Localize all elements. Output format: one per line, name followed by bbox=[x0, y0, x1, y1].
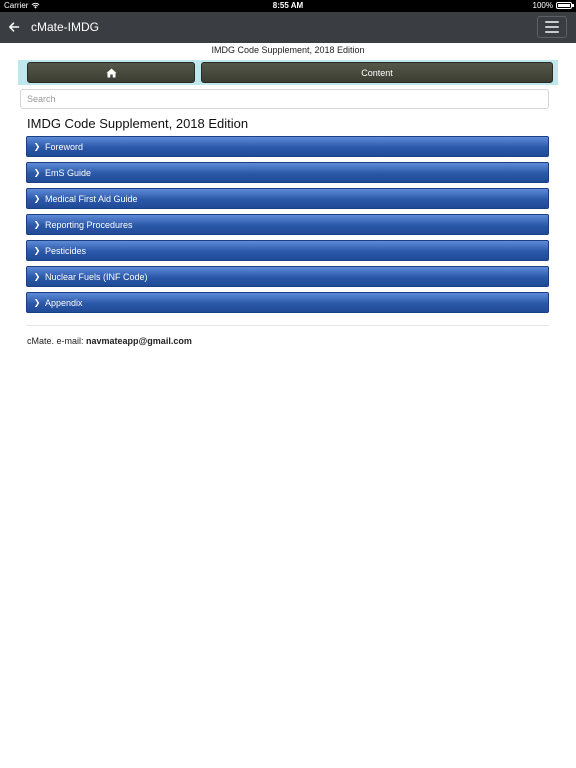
menu-bar bbox=[545, 31, 559, 33]
battery-icon bbox=[556, 2, 574, 9]
chevron-right-icon: ❯ bbox=[33, 246, 41, 255]
section-label: Nuclear Fuels (INF Code) bbox=[45, 271, 148, 282]
section-pesticides[interactable]: ❯ Pesticides bbox=[26, 240, 549, 261]
home-button[interactable] bbox=[27, 62, 195, 83]
chevron-right-icon: ❯ bbox=[33, 220, 41, 229]
section-label: Pesticides bbox=[45, 245, 87, 256]
supplement-title: IMDG Code Supplement, 2018 Edition bbox=[211, 45, 365, 55]
section-medical-first-aid-guide[interactable]: ❯ Medical First Aid Guide bbox=[26, 188, 549, 209]
menu-bar bbox=[545, 21, 559, 23]
chevron-right-icon: ❯ bbox=[33, 272, 41, 281]
status-bar: Carrier 8:55 AM 100% bbox=[0, 0, 576, 12]
section-accordion: ❯ Foreword ❯ EmS Guide ❯ Medical First A… bbox=[26, 136, 549, 318]
section-label: Foreword bbox=[45, 141, 84, 152]
page-title: IMDG Code Supplement, 2018 Edition bbox=[27, 116, 249, 131]
chevron-right-icon: ❯ bbox=[33, 168, 41, 177]
section-foreword[interactable]: ❯ Foreword bbox=[26, 136, 549, 157]
battery-fill bbox=[558, 4, 570, 7]
app-title: cMate-IMDG bbox=[31, 20, 100, 34]
nav-bar: cMate-IMDG bbox=[0, 12, 576, 43]
chevron-right-icon: ❯ bbox=[33, 142, 41, 151]
section-label: Appendix bbox=[45, 297, 83, 308]
clock: 8:55 AM bbox=[272, 1, 304, 10]
divider bbox=[26, 325, 549, 326]
content-button[interactable]: Content bbox=[201, 62, 553, 83]
email-link[interactable]: navmateapp@gmail.com bbox=[86, 336, 192, 346]
section-appendix[interactable]: ❯ Appendix bbox=[26, 292, 549, 313]
footer-prefix: cMate. e-mail: bbox=[27, 336, 87, 346]
section-nuclear-fuels[interactable]: ❯ Nuclear Fuels (INF Code) bbox=[26, 266, 549, 287]
section-label: Reporting Procedures bbox=[45, 219, 133, 230]
battery-percent: 100% bbox=[532, 1, 553, 10]
chevron-right-icon: ❯ bbox=[33, 298, 41, 307]
search-input[interactable] bbox=[20, 89, 549, 109]
toolbar: Content bbox=[18, 60, 558, 85]
section-reporting-procedures[interactable]: ❯ Reporting Procedures bbox=[26, 214, 549, 235]
battery-indicator: 100% bbox=[532, 1, 574, 10]
home-icon bbox=[105, 68, 117, 77]
footer: cMate. e-mail: navmateapp@gmail.com bbox=[27, 336, 192, 346]
chevron-right-icon: ❯ bbox=[33, 194, 41, 203]
menu-bar bbox=[545, 26, 559, 28]
hamburger-menu-icon[interactable] bbox=[537, 16, 567, 38]
arrow-left-icon[interactable] bbox=[6, 19, 22, 35]
section-label: EmS Guide bbox=[45, 167, 92, 178]
section-ems-guide[interactable]: ❯ EmS Guide bbox=[26, 162, 549, 183]
section-label: Medical First Aid Guide bbox=[45, 193, 138, 204]
